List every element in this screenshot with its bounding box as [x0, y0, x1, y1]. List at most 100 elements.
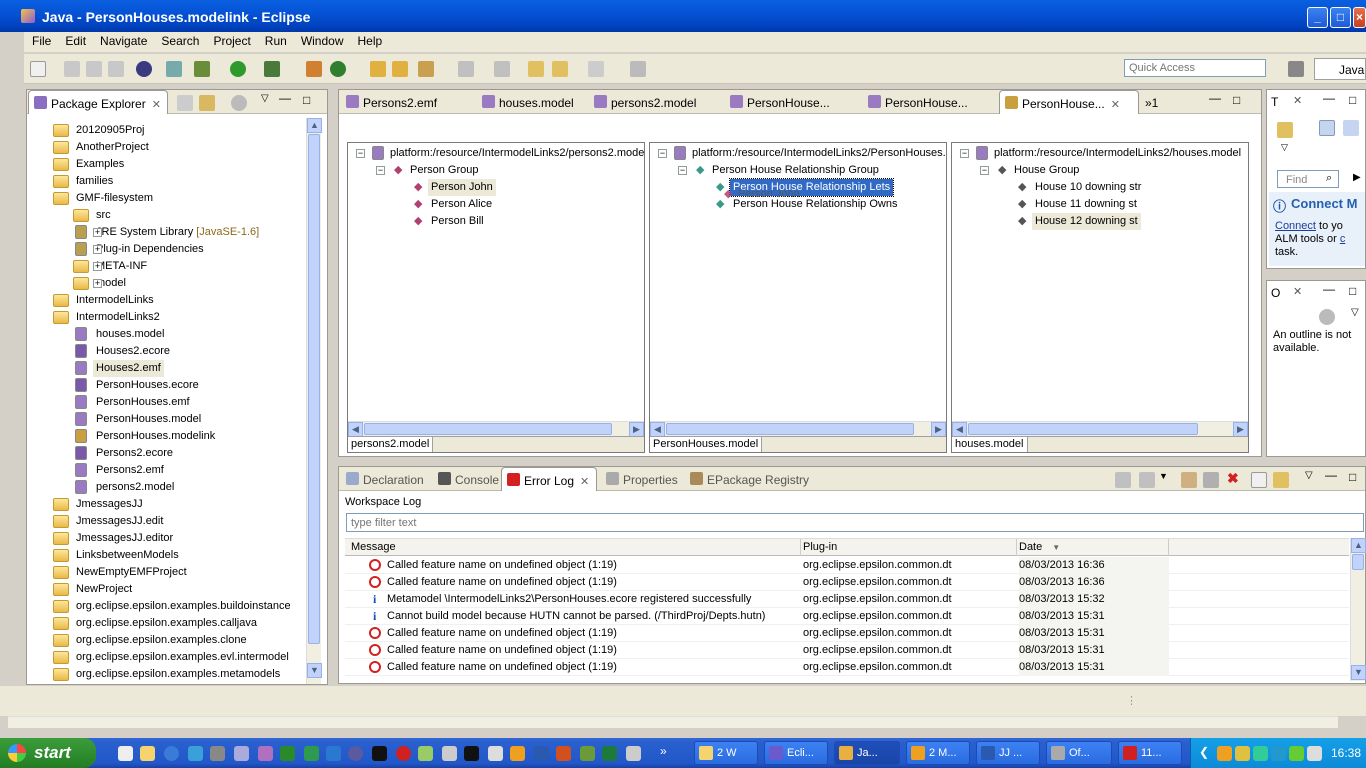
collapse-icon[interactable]: −: [980, 166, 989, 175]
minimize-view-icon[interactable]: —: [1209, 91, 1221, 105]
run-icon[interactable]: [230, 61, 246, 77]
tree-item[interactable]: Persons2.ecore: [75, 445, 176, 462]
menu-search[interactable]: Search: [153, 32, 205, 48]
minimize-view-icon[interactable]: —: [1323, 91, 1335, 105]
app-icon[interactable]: [280, 746, 295, 761]
expand-icon[interactable]: +: [93, 262, 102, 271]
view-menu-icon[interactable]: ▽: [1305, 470, 1313, 481]
tree-item[interactable]: +NewEmptyEMFProject: [53, 564, 190, 581]
open-perspective-icon[interactable]: [1288, 61, 1304, 77]
tree-item[interactable]: +org.eclipse.epsilon.examples.buildoinst…: [53, 598, 294, 615]
log-scrollbar[interactable]: ▲ ▼: [1350, 538, 1366, 681]
tree-item[interactable]: PersonHouses.ecore: [75, 377, 202, 394]
speaker-icon[interactable]: [1307, 746, 1322, 761]
next-annotation-icon[interactable]: [458, 61, 474, 77]
model-root[interactable]: − platform:/resource/IntermodelLinks2/Per…: [658, 145, 946, 162]
restore-log-icon[interactable]: [1273, 472, 1289, 488]
column-horizontal-scrollbar[interactable]: ◀ ▶: [348, 421, 644, 437]
editor-tab[interactable]: PersonHouse...: [725, 90, 859, 114]
tree-item[interactable]: +AnotherProject: [53, 139, 152, 156]
log-row[interactable]: Called feature name on undefined object …: [345, 557, 1349, 574]
expand-icon[interactable]: +: [93, 228, 102, 237]
tab-package-explorer[interactable]: Package Explorer ✕: [28, 90, 168, 114]
taskbar-button[interactable]: 11...: [1118, 741, 1182, 765]
column-header-date[interactable]: Date ▼: [1013, 539, 1169, 556]
maximize-view-icon[interactable]: □: [1233, 93, 1240, 107]
maximize-view-icon[interactable]: □: [303, 93, 310, 107]
tree-item[interactable]: +org.eclipse.epsilon.examples.clone: [53, 632, 250, 649]
quicklaunch-icon[interactable]: [118, 746, 133, 761]
maximize-view-icon[interactable]: □: [1349, 470, 1356, 484]
log-row[interactable]: Called feature name on undefined object …: [345, 659, 1349, 676]
maximize-view-icon[interactable]: □: [1349, 284, 1356, 298]
tray-icon[interactable]: [1271, 746, 1286, 761]
tree-item[interactable]: −GMF-filesystem: [53, 190, 156, 207]
log-row[interactable]: Called feature name on undefined object …: [345, 574, 1349, 591]
model-group[interactable]: − ◆ House Group: [980, 162, 1079, 179]
app-icon[interactable]: [442, 746, 457, 761]
app-icon[interactable]: [304, 746, 319, 761]
filter-input[interactable]: [346, 513, 1364, 532]
log-row[interactable]: Called feature name on undefined object …: [345, 642, 1349, 659]
back-icon[interactable]: [552, 61, 568, 77]
scheduled-icon[interactable]: [1343, 120, 1359, 136]
globe-icon[interactable]: [136, 61, 152, 77]
tree-item[interactable]: +org.eclipse.epsilon.examples.metamodels: [53, 666, 283, 683]
tab-task-list[interactable]: T: [1271, 95, 1278, 109]
app-icon[interactable]: [488, 746, 503, 761]
debug-icon[interactable]: [194, 61, 210, 77]
app-icon[interactable]: [258, 746, 273, 761]
tab-console[interactable]: Console: [433, 467, 499, 491]
model-group[interactable]: − ◆ Person Group: [376, 162, 478, 179]
new-icon[interactable]: [30, 61, 46, 77]
taskbar-button[interactable]: Of...: [1046, 741, 1112, 765]
import-log-icon[interactable]: [1139, 472, 1155, 488]
view-menu-icon[interactable]: ▽: [261, 93, 269, 104]
close-icon[interactable]: ✕: [580, 476, 589, 488]
expand-icon[interactable]: +: [93, 245, 102, 254]
minimize-view-icon[interactable]: —: [1323, 282, 1335, 296]
tree-item[interactable]: + model: [73, 275, 129, 292]
editor-overflow[interactable]: »1: [1145, 96, 1158, 110]
close-icon[interactable]: ✕: [152, 99, 161, 111]
collapse-icon[interactable]: −: [356, 149, 365, 158]
delete-log-icon[interactable]: [1203, 472, 1219, 488]
menu-file[interactable]: File: [24, 32, 57, 48]
close-button[interactable]: ×: [1353, 7, 1366, 28]
model-item[interactable]: ◆ Person John: [414, 179, 496, 196]
taskbar-overflow-icon[interactable]: »: [660, 744, 667, 758]
model-item[interactable]: ◆ House 12 downing st: [1018, 213, 1141, 230]
menu-project[interactable]: Project: [205, 32, 256, 48]
tree-item[interactable]: +org.eclipse.epsilon.examples.evl.interm…: [53, 649, 292, 666]
scroll-right-icon[interactable]: ▶: [931, 422, 946, 437]
tree-item[interactable]: +NewProject: [53, 581, 135, 598]
editor-tab[interactable]: PersonHouse... ✕: [999, 90, 1139, 114]
collapse-icon[interactable]: −: [678, 166, 687, 175]
scroll-down-icon[interactable]: ▼: [307, 663, 322, 678]
model-root[interactable]: − platform:/resource/IntermodelLinks2/per…: [356, 145, 644, 162]
filter-icon[interactable]: [1319, 309, 1335, 325]
categorized-icon[interactable]: [1319, 120, 1335, 136]
column-horizontal-scrollbar[interactable]: ◀ ▶: [650, 421, 946, 437]
collapse-all-icon[interactable]: [177, 95, 193, 111]
taskbar-button[interactable]: JJ ...: [976, 741, 1040, 765]
column-horizontal-scrollbar[interactable]: ◀ ▶: [952, 421, 1248, 437]
package-tree-scrollbar[interactable]: ▲ ▼: [306, 118, 322, 684]
window-horizontal-scrollbar[interactable]: [8, 716, 1338, 728]
external-tools-icon[interactable]: [264, 61, 280, 77]
open-log-icon[interactable]: [1251, 472, 1267, 488]
app-icon[interactable]: [348, 746, 363, 761]
minimize-button[interactable]: _: [1307, 7, 1328, 28]
tree-item[interactable]: +org.eclipse.epsilon.examples.calljava: [53, 615, 260, 632]
tab-error-log[interactable]: Error Log ✕: [501, 467, 597, 491]
prev-annotation-icon[interactable]: [494, 61, 510, 77]
minimize-view-icon[interactable]: —: [279, 91, 291, 105]
tree-item[interactable]: houses.model: [75, 326, 168, 343]
model-root[interactable]: − platform:/resource/IntermodelLinks2/hou…: [960, 145, 1241, 162]
app-icon[interactable]: [234, 746, 249, 761]
column-header-plugin[interactable]: Plug-in: [797, 539, 1017, 556]
column-footer-tab[interactable]: houses.model: [952, 437, 1028, 452]
log-row[interactable]: i Metamodel \IntermodelLinks2\PersonHouse…: [345, 591, 1349, 608]
log-row[interactable]: Called feature name on undefined object …: [345, 625, 1349, 642]
find-task-input[interactable]: Find ⌕: [1277, 170, 1339, 188]
